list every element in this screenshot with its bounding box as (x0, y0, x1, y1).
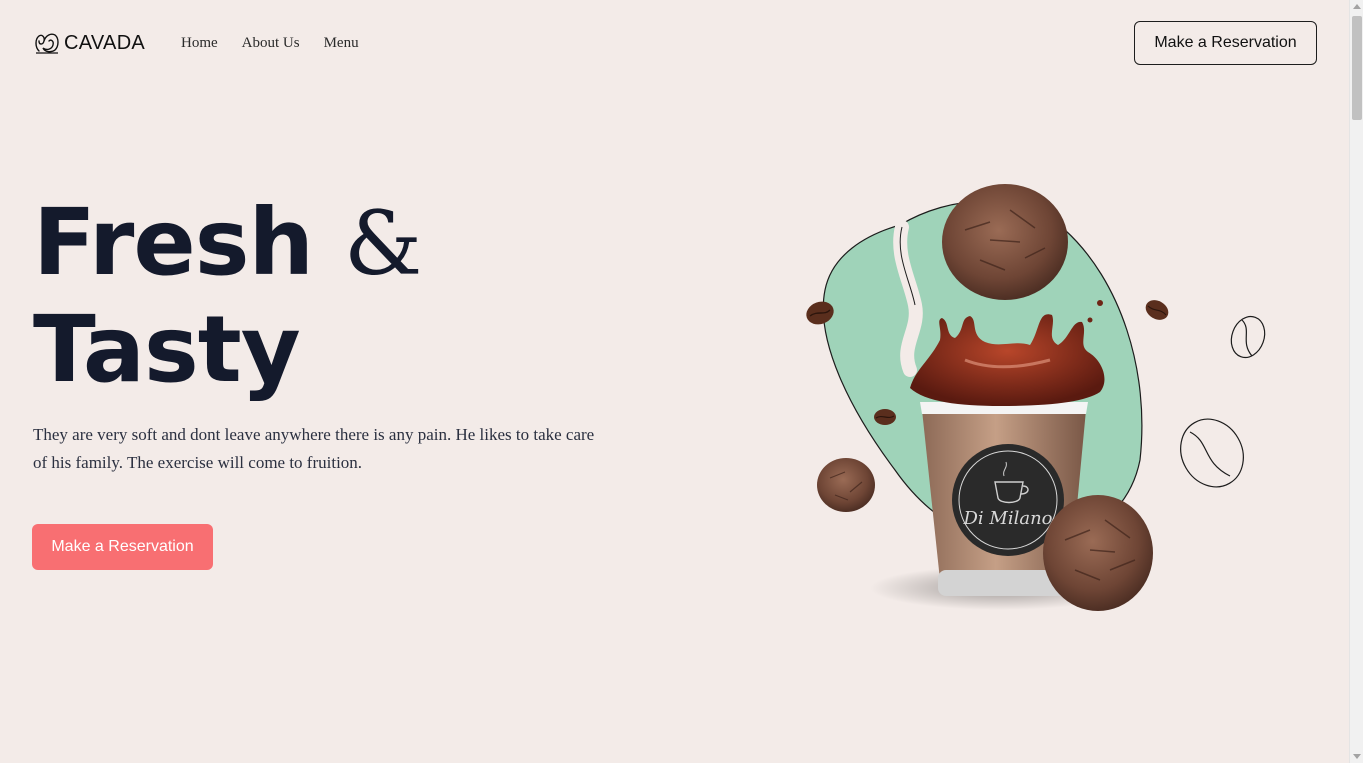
scroll-up-arrow-icon[interactable] (1353, 4, 1361, 9)
cookie-top (942, 184, 1068, 300)
nav-link-home[interactable]: Home (181, 35, 218, 51)
brand-name: CAVADA (64, 31, 146, 54)
page-scrollbar[interactable] (1349, 0, 1363, 763)
hero-title: Fresh & Tasty (33, 189, 422, 403)
cup-label: Di Milano (962, 508, 1052, 529)
cookie-bottom-right (1043, 495, 1153, 611)
coffee-bean-outline-icon (1180, 418, 1244, 488)
hero-illustration: Di Milano (806, 184, 1266, 611)
scroll-thumb[interactable] (1352, 16, 1362, 120)
nav-link-about-us[interactable]: About Us (242, 35, 300, 51)
nav-link-menu[interactable]: Menu (324, 35, 359, 51)
scroll-down-arrow-icon[interactable] (1353, 754, 1361, 759)
hero-title-word-tasty: Tasty (33, 296, 301, 403)
hero-title-ampersand: & (344, 192, 422, 295)
cookie-left (817, 458, 875, 512)
hero-reservation-button[interactable]: Make a Reservation (32, 524, 213, 570)
coffee-bean-outline-icon (1230, 315, 1266, 359)
coffee-bean-icon (1145, 300, 1169, 320)
brand-link[interactable]: CAVADA (33, 29, 145, 57)
hero-title-word-fresh: Fresh (33, 189, 314, 296)
nav-links: Home About Us Menu (181, 34, 359, 52)
brand-logo-icon (35, 33, 59, 54)
coffee-bean-icon (874, 409, 896, 425)
hero-description: They are very soft and dont leave anywhe… (33, 425, 595, 472)
navbar: CAVADA Home About Us Menu Make a Reserva… (0, 0, 1349, 86)
nav-reservation-button[interactable]: Make a Reservation (1134, 21, 1317, 65)
